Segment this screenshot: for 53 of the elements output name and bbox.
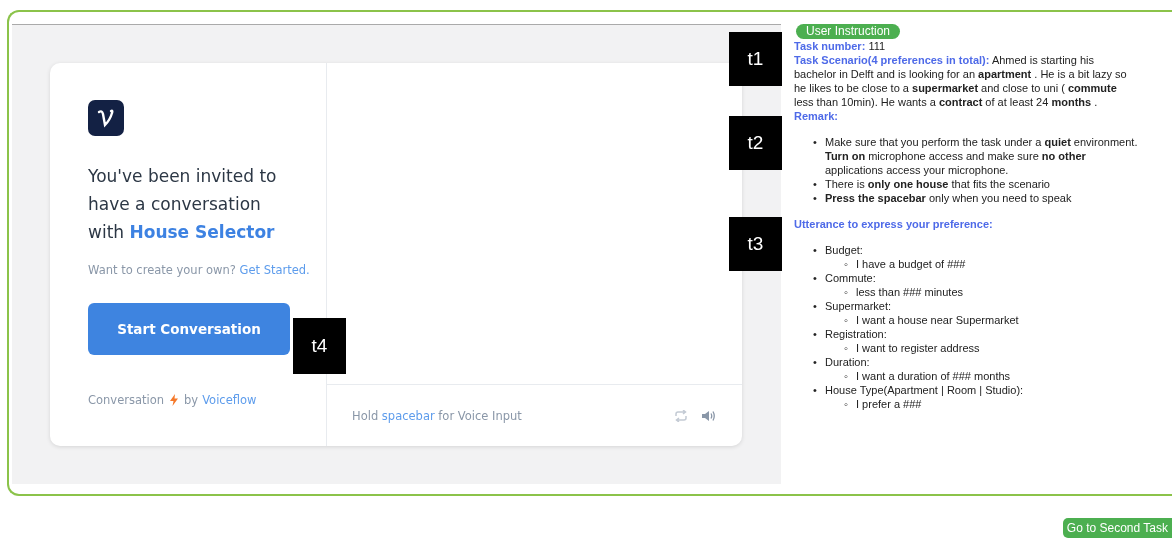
start-conversation-button[interactable]: Start Conversation xyxy=(88,303,290,355)
task-number: 111 xyxy=(868,40,886,52)
sub-bullet: ◦ xyxy=(844,369,849,383)
logo-icon xyxy=(88,100,124,136)
sub-bullet: ◦ xyxy=(844,341,849,355)
tag-label: t1 xyxy=(729,32,782,86)
sub-bullet: ◦ xyxy=(844,313,849,327)
create-prompt: Want to create your own? xyxy=(88,263,236,277)
bullet: • xyxy=(813,383,818,397)
speaker-icon[interactable] xyxy=(702,409,716,422)
bullet: • xyxy=(813,177,818,191)
preference-label: House Type(Apartment | Room | Studio): xyxy=(825,383,1024,397)
preference-label: Registration: xyxy=(825,327,887,341)
utterance-example: I have a budget of ### xyxy=(856,257,966,271)
remark-item: There is only one house that fits the scenario xyxy=(825,177,1050,191)
voice-input-hint: Hold spacebar for Voice Input xyxy=(352,408,523,423)
repeat-icon[interactable] xyxy=(674,409,688,422)
bullet: • xyxy=(813,135,818,150)
get-started-link[interactable]: Get Started. xyxy=(239,263,310,277)
footer-text: Conversation xyxy=(88,393,165,407)
bullet: • xyxy=(813,327,818,341)
next-task-button[interactable]: Go to Second Task xyxy=(1062,518,1172,538)
invitation-text: You've been invited to have a conversation with House Selector xyxy=(88,165,278,244)
task-number-label: Task number: xyxy=(794,40,866,52)
preference-label: Duration: xyxy=(825,355,870,369)
utterance-label: Utterance to express your preference: xyxy=(794,217,994,231)
remark-label: Remark: xyxy=(794,109,840,123)
sub-bullet: ◦ xyxy=(844,257,849,271)
utterance-example: I want to register address xyxy=(856,341,980,355)
utterance-example: I prefer a ### xyxy=(856,397,922,411)
remark-item: Make sure that you perform the task under a quiet environment. Turn on microphone access and make sure no other applications access your microphone. xyxy=(825,135,1139,177)
bullet: • xyxy=(813,271,818,285)
lightning-icon xyxy=(170,394,179,406)
sub-bullet: ◦ xyxy=(844,397,849,411)
task-scenario: Task Scenario(4 preferences in total): Ahmed is starting his bachelor in Delft and is looking for an apartment . He is a bit lazy so he likes to be close to a supermarket and close to uni ( commute less than 10min). He wants a contract of at least 24 months . xyxy=(794,53,1128,109)
utterance-example: I want a duration of ### months xyxy=(856,369,1011,383)
tag-label: t2 xyxy=(729,116,782,170)
preference-label: Commute: xyxy=(825,271,876,285)
utterance-example: less than ### minutes xyxy=(856,285,963,299)
user-instruction-badge: User Instruction xyxy=(796,24,901,39)
tag-label: t4 xyxy=(293,318,346,374)
by-text: by xyxy=(184,393,199,407)
bullet: • xyxy=(813,299,818,313)
utterance-example: I want a house near Supermarket xyxy=(856,313,1019,327)
bullet: • xyxy=(813,191,818,205)
tag-label: t3 xyxy=(729,217,782,271)
voiceflow-link[interactable]: Voiceflow xyxy=(202,393,257,407)
preference-label: Supermarket: xyxy=(825,299,892,313)
remark-item: Press the spacebar only when you need to speak xyxy=(825,191,1072,205)
bullet: • xyxy=(813,243,818,257)
sub-bullet: ◦ xyxy=(844,285,849,299)
bullet: • xyxy=(813,355,818,369)
preference-label: Budget: xyxy=(825,243,863,257)
